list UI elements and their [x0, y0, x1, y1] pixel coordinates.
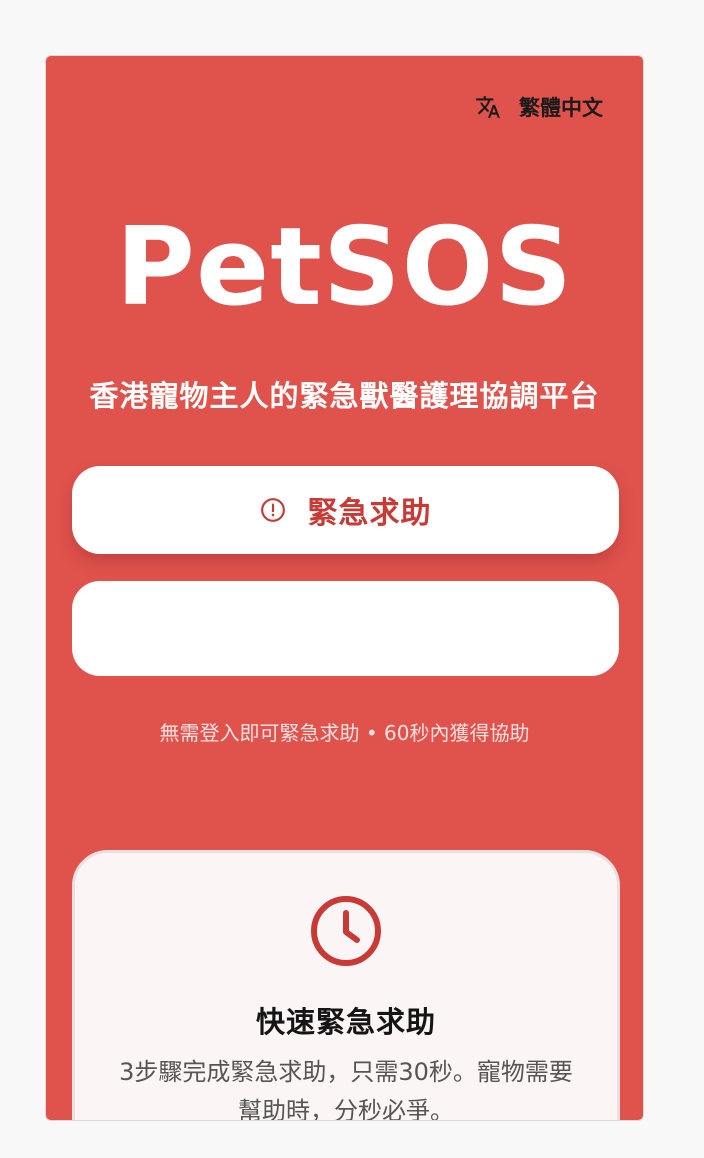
app-title: PetSOS: [115, 205, 574, 330]
translate-icon: [476, 96, 500, 118]
emergency-help-label: 緊急求助: [307, 497, 432, 530]
language-label: 繁體中文: [519, 96, 603, 120]
feature-title: 快速緊急求助: [255, 1005, 436, 1039]
emergency-help-button[interactable]: 緊急求助: [72, 466, 619, 554]
clock-icon: [311, 896, 381, 966]
feature-description: 3步驟完成緊急求助，只需30秒。寵物需要幫助時，分秒必爭。: [119, 1058, 573, 1121]
hint-text: 無需登入即可緊急求助 • 60秒內獲得協助: [159, 721, 530, 745]
app-frame: 繁體中文 PetSOS 香港寵物主人的緊急獸醫護理協調平台 緊急求助 無需登入即…: [45, 55, 644, 1121]
feature-card-quick-help: 快速緊急求助 3步驟完成緊急求助，只需30秒。寵物需要幫助時，分秒必爭。: [72, 850, 620, 1121]
language-switcher[interactable]: 繁體中文: [475, 92, 603, 122]
secondary-action-button[interactable]: [72, 581, 619, 676]
app-subtitle: 香港寵物主人的緊急獸醫護理協調平台: [89, 379, 600, 413]
alert-circle-icon: [260, 498, 285, 522]
